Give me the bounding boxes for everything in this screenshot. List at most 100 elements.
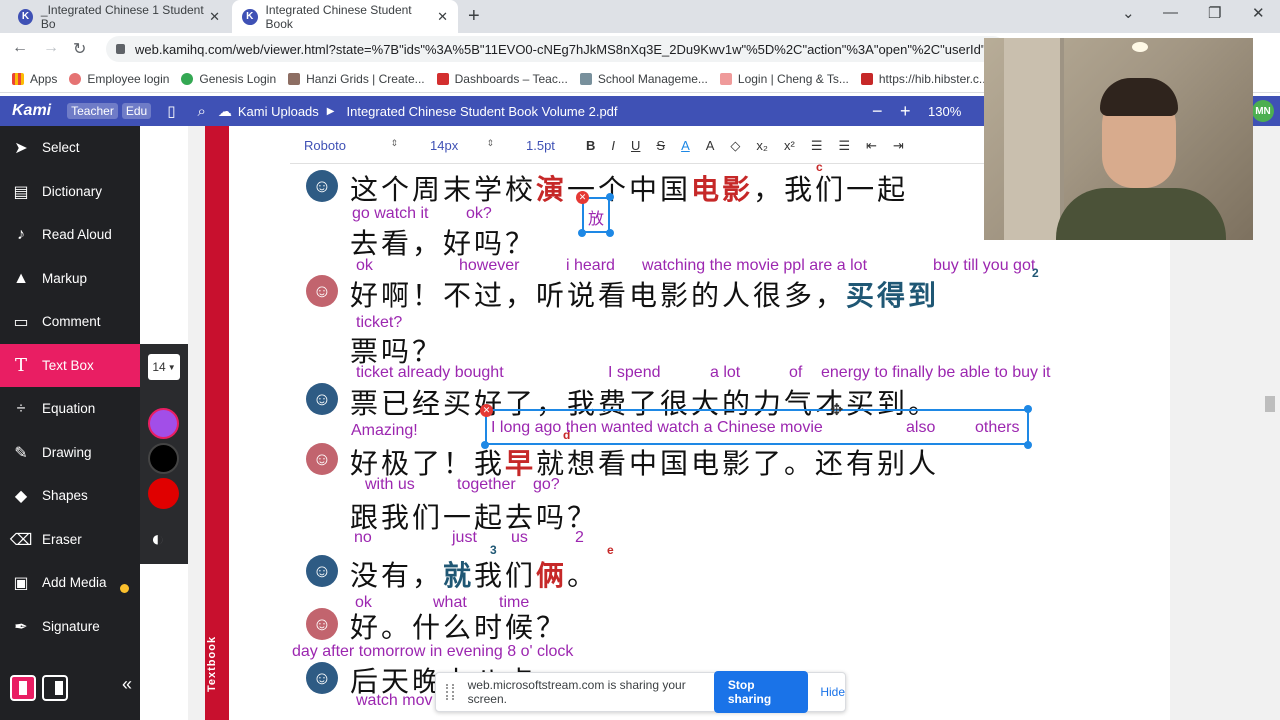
- resize-handle[interactable]: [481, 441, 489, 449]
- annotation-text[interactable]: ok?: [466, 205, 492, 223]
- textbox-text[interactable]: also: [906, 419, 935, 437]
- annotation-text[interactable]: watch mov: [356, 692, 432, 710]
- forward-icon[interactable]: →: [43, 39, 59, 57]
- drag-handle-icon[interactable]: [446, 684, 454, 700]
- resize-handle[interactable]: [606, 193, 614, 201]
- window-close-icon[interactable]: ✕: [1252, 4, 1265, 22]
- fill-icon[interactable]: ◇: [730, 138, 740, 154]
- hide-button[interactable]: Hide: [820, 685, 845, 699]
- tool-signature[interactable]: ✒ Signature: [0, 605, 140, 649]
- scrollbar-thumb[interactable]: [1265, 396, 1275, 412]
- underline-button[interactable]: U: [631, 138, 640, 153]
- bookmark-school-management[interactable]: School Manageme...: [579, 72, 708, 86]
- file-name[interactable]: Integrated Chinese Student Book Volume 2…: [347, 104, 618, 119]
- delete-textbox-icon[interactable]: ✕: [576, 191, 589, 204]
- close-icon[interactable]: ✕: [209, 9, 220, 25]
- zoom-level[interactable]: 130%: [928, 104, 961, 119]
- sidebar-toggle-icon[interactable]: ▯: [167, 102, 175, 120]
- stop-sharing-button[interactable]: Stop sharing: [713, 671, 809, 713]
- reload-icon[interactable]: ↻: [73, 39, 86, 59]
- annotation-text[interactable]: energy to finally be able to buy it: [821, 364, 1050, 382]
- annotation-text[interactable]: just: [452, 529, 477, 547]
- superscript-button[interactable]: x²: [784, 138, 795, 153]
- bookmark-hanzi-grids[interactable]: Hanzi Grids | Create...: [288, 72, 425, 86]
- search-icon[interactable]: ⌕: [197, 103, 205, 120]
- annotation-text[interactable]: with us: [365, 476, 415, 494]
- bookmark-dashboards[interactable]: Dashboards – Teac...: [436, 72, 568, 86]
- tool-eraser[interactable]: ⌫ Eraser: [0, 518, 140, 562]
- tool-add-media[interactable]: ▣ Add Media: [0, 561, 140, 605]
- annotation-text[interactable]: go watch it: [352, 205, 428, 223]
- resize-handle[interactable]: [1024, 441, 1032, 449]
- font-size-select[interactable]: 14 ▼: [148, 354, 180, 380]
- italic-button[interactable]: I: [611, 138, 615, 153]
- maximize-icon[interactable]: ❐: [1208, 4, 1221, 22]
- address-bar[interactable]: web.kamihq.com/web/viewer.html?state=%7B…: [106, 36, 1006, 62]
- annotation-text[interactable]: however: [459, 257, 519, 275]
- annotation-text[interactable]: go?: [533, 476, 560, 494]
- tool-markup[interactable]: ▲ Markup: [0, 257, 140, 301]
- stroke-select[interactable]: 1.5pt: [526, 138, 570, 153]
- indent-icon[interactable]: ⇥: [893, 138, 904, 154]
- layout-left-icon[interactable]: [10, 675, 36, 701]
- bookmark-genesis[interactable]: Genesis Login: [181, 72, 276, 86]
- font-size-select[interactable]: 14px ⇕: [430, 138, 510, 153]
- numbered-list-icon[interactable]: ☰: [811, 138, 823, 154]
- annotation-text[interactable]: I spend: [608, 364, 660, 382]
- tool-read-aloud[interactable]: ♪ Read Aloud: [0, 213, 140, 257]
- tool-select[interactable]: ➤ Select: [0, 126, 140, 170]
- color-swatch-purple[interactable]: [148, 408, 179, 439]
- annotation-text[interactable]: us: [511, 529, 528, 547]
- annotation-text[interactable]: buy till you got: [933, 257, 1035, 275]
- annotation-text[interactable]: ticket already bought: [356, 364, 504, 382]
- color-swatch-black[interactable]: [148, 443, 179, 474]
- bold-button[interactable]: B: [586, 138, 595, 153]
- color-swatch-red[interactable]: [148, 478, 179, 509]
- back-icon[interactable]: ←: [12, 39, 28, 57]
- zoom-out-icon[interactable]: −: [872, 101, 883, 122]
- textbox-text[interactable]: others: [975, 419, 1019, 437]
- text-color-button[interactable]: A: [681, 138, 690, 153]
- tool-comment[interactable]: ▭ Comment: [0, 300, 140, 344]
- strikethrough-button[interactable]: S: [656, 138, 665, 153]
- subscript-button[interactable]: x₂: [756, 138, 768, 153]
- palette-icon[interactable]: ◐: [151, 526, 164, 552]
- annotation-text[interactable]: day after tomorrow in evening 8 o' clock: [292, 643, 573, 661]
- annotation-text[interactable]: Amazing!: [351, 422, 418, 440]
- browser-tab[interactable]: K _Integrated Chinese 1 Student Bo ✕: [8, 0, 230, 33]
- annotation-text[interactable]: no: [354, 529, 372, 547]
- font-family-select[interactable]: Roboto ⇕: [304, 138, 414, 153]
- tab-search-icon[interactable]: ⌄: [1122, 4, 1135, 22]
- layout-right-icon[interactable]: [42, 675, 68, 701]
- annotation-text[interactable]: watching the movie ppl are a lot: [642, 257, 867, 275]
- annotation-text[interactable]: ok: [356, 257, 373, 275]
- collapse-sidebar-icon[interactable]: «: [122, 674, 132, 695]
- annotation-text[interactable]: of: [789, 364, 802, 382]
- breadcrumb-root[interactable]: Kami Uploads: [238, 104, 319, 119]
- annotation-text[interactable]: a lot: [710, 364, 740, 382]
- tool-dictionary[interactable]: ▤ Dictionary: [0, 170, 140, 214]
- bullet-list-icon[interactable]: ☰: [838, 138, 850, 154]
- resize-handle[interactable]: [606, 229, 614, 237]
- bookmark-cheng-tsui[interactable]: Login | Cheng & Ts...: [719, 72, 849, 86]
- textbox-text[interactable]: 放: [588, 205, 604, 229]
- textbox-text[interactable]: I long ago then wanted watch a Chinese m…: [491, 419, 823, 437]
- bookmark-employee-login[interactable]: Employee login: [69, 72, 169, 86]
- resize-handle[interactable]: [578, 229, 586, 237]
- tool-drawing[interactable]: ✎ Drawing: [0, 431, 140, 475]
- bookmark-hibster[interactable]: https://hib.hibster.c...: [860, 72, 989, 86]
- minimize-icon[interactable]: —: [1163, 4, 1178, 21]
- tool-equation[interactable]: ÷ Equation: [0, 387, 140, 431]
- annotation-text[interactable]: together: [457, 476, 516, 494]
- browser-tab-active[interactable]: K Integrated Chinese Student Book ✕: [232, 0, 458, 33]
- tool-shapes[interactable]: ◆ Shapes: [0, 474, 140, 518]
- annotation-text[interactable]: 2: [575, 529, 584, 547]
- resize-handle[interactable]: [1024, 405, 1032, 413]
- tool-text-box[interactable]: T Text Box: [0, 343, 140, 387]
- avatar[interactable]: MN: [1252, 100, 1274, 122]
- new-tab-icon[interactable]: +: [468, 5, 480, 28]
- delete-textbox-icon[interactable]: ✕: [480, 404, 493, 417]
- annotation-text[interactable]: i heard: [566, 257, 615, 275]
- zoom-in-icon[interactable]: +: [900, 101, 911, 122]
- close-icon[interactable]: ✕: [437, 9, 448, 25]
